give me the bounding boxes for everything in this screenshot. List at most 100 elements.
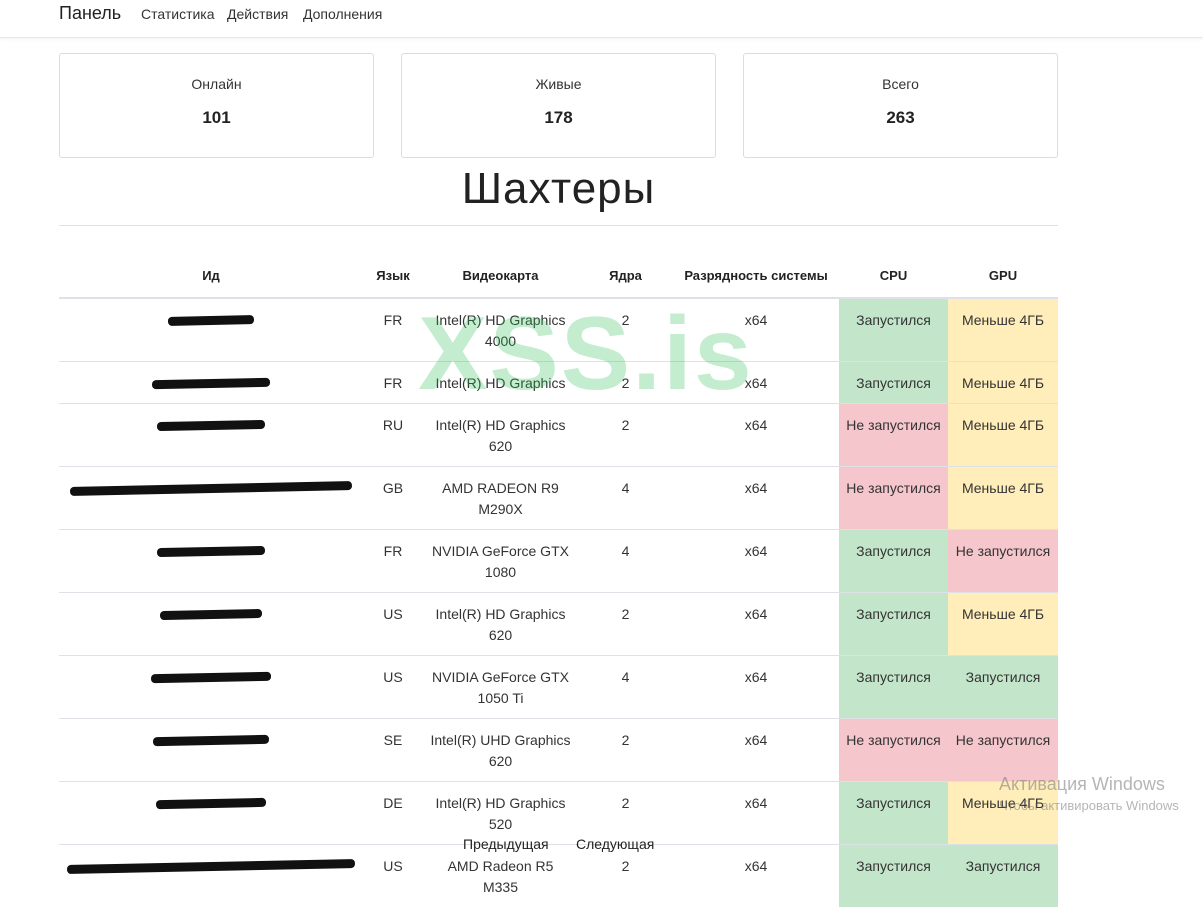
- table-row: DEIntel(R) HD Graphics 5202x64Запустился…: [59, 782, 1058, 845]
- cell-language: US: [363, 593, 423, 656]
- cell-gpu-status: Не запустился: [948, 719, 1058, 782]
- cell-cores: 2: [578, 845, 673, 907]
- cell-architecture: x64: [673, 467, 839, 530]
- redaction-mark: [151, 672, 271, 684]
- cell-gpu-status: Меньше 4ГБ: [948, 404, 1058, 467]
- cell-language: GB: [363, 467, 423, 530]
- cell-id: [59, 719, 363, 782]
- cell-id: [59, 530, 363, 593]
- cell-gpu-status: Меньше 4ГБ: [948, 593, 1058, 656]
- cell-id: [59, 782, 363, 845]
- cell-architecture: x64: [673, 719, 839, 782]
- cell-id: [59, 845, 363, 907]
- cell-cpu-status: Запустился: [839, 530, 948, 593]
- stat-value: 263: [744, 108, 1057, 128]
- table-row: GBAMD RADEON R9 M290X4x64Не запустилсяМе…: [59, 467, 1058, 530]
- table-row: SEIntel(R) UHD Graphics 6202x64Не запуст…: [59, 719, 1058, 782]
- cell-gpu-status: Запустился: [948, 845, 1058, 907]
- cell-cores: 2: [578, 719, 673, 782]
- stat-card-total: Всего 263: [743, 53, 1058, 158]
- cell-gpu-status: Запустился: [948, 656, 1058, 719]
- pagination-next[interactable]: Следующая: [576, 836, 654, 852]
- cell-cpu-status: Запустился: [839, 656, 948, 719]
- stat-value: 101: [60, 108, 373, 128]
- table-row: FRIntel(R) HD Graphics 40002x64Запустилс…: [59, 298, 1058, 362]
- column-header-architecture: Разрядность системы: [673, 226, 839, 298]
- table-body: FRIntel(R) HD Graphics 40002x64Запустилс…: [59, 298, 1058, 907]
- cell-gpu-status: Меньше 4ГБ: [948, 467, 1058, 530]
- stat-label: Онлайн: [60, 76, 373, 92]
- windows-activation-subtitle: Чтобы активировать Windows: [999, 798, 1179, 813]
- cell-cpu-status: Запустился: [839, 593, 948, 656]
- stat-value: 178: [402, 108, 715, 128]
- table-row: RUIntel(R) HD Graphics 6202x64Не запусти…: [59, 404, 1058, 467]
- redaction-mark: [156, 798, 266, 809]
- windows-activation-title: Активация Windows: [999, 774, 1165, 795]
- navbar-brand[interactable]: Панель: [59, 3, 121, 24]
- nav-link-addons[interactable]: Дополнения: [303, 6, 382, 22]
- cell-architecture: x64: [673, 845, 839, 907]
- cell-id: [59, 656, 363, 719]
- cell-cores: 2: [578, 404, 673, 467]
- cell-architecture: x64: [673, 530, 839, 593]
- redaction-mark: [157, 546, 265, 557]
- cell-cpu-status: Не запустился: [839, 719, 948, 782]
- cell-cpu-status: Не запустился: [839, 467, 948, 530]
- redaction-mark: [67, 859, 355, 874]
- cell-gpu-status: Меньше 4ГБ: [948, 298, 1058, 362]
- cell-gpu-name: NVIDIA GeForce GTX 1050 Ti: [423, 656, 578, 719]
- cell-gpu-name: AMD RADEON R9 M290X: [423, 467, 578, 530]
- cell-cpu-status: Запустился: [839, 298, 948, 362]
- cell-language: FR: [363, 362, 423, 404]
- nav-link-actions[interactable]: Действия: [227, 6, 288, 22]
- column-header-id: Ид: [59, 226, 363, 298]
- stat-label: Всего: [744, 76, 1057, 92]
- cell-gpu-status: Меньше 4ГБ: [948, 362, 1058, 404]
- cell-id: [59, 593, 363, 656]
- table-header-row: Ид Язык Видеокарта Ядра Разрядность сист…: [59, 226, 1058, 298]
- cell-architecture: x64: [673, 656, 839, 719]
- cell-cpu-status: Запустился: [839, 845, 948, 907]
- cell-gpu-name: Intel(R) HD Graphics 620: [423, 593, 578, 656]
- cell-gpu-name: Intel(R) HD Graphics 620: [423, 404, 578, 467]
- page-title: Шахтеры: [59, 164, 1058, 214]
- redaction-mark: [152, 378, 270, 389]
- redaction-mark: [157, 420, 265, 431]
- cell-cores: 4: [578, 467, 673, 530]
- table-row: USAMD Radeon R5 M3352x64ЗапустилсяЗапуст…: [59, 845, 1058, 907]
- cell-language: FR: [363, 530, 423, 593]
- column-header-gpu-name: Видеокарта: [423, 226, 578, 298]
- redaction-mark: [160, 609, 262, 620]
- cell-id: [59, 467, 363, 530]
- column-header-cores: Ядра: [578, 226, 673, 298]
- stat-label: Живые: [402, 76, 715, 92]
- redaction-mark: [168, 315, 254, 326]
- cell-cores: 4: [578, 530, 673, 593]
- cell-architecture: x64: [673, 298, 839, 362]
- cell-gpu-name: Intel(R) HD Graphics 4000: [423, 298, 578, 362]
- cell-id: [59, 404, 363, 467]
- top-navbar: Панель Статистика Действия Дополнения: [0, 0, 1203, 38]
- redaction-mark: [153, 735, 269, 746]
- table-row: FRNVIDIA GeForce GTX 10804x64ЗапустилсяН…: [59, 530, 1058, 593]
- column-header-gpu: GPU: [948, 226, 1058, 298]
- cell-language: US: [363, 845, 423, 907]
- cell-gpu-name: Intel(R) UHD Graphics 620: [423, 719, 578, 782]
- cell-language: SE: [363, 719, 423, 782]
- column-header-cpu: CPU: [839, 226, 948, 298]
- cell-architecture: x64: [673, 404, 839, 467]
- cell-cores: 2: [578, 593, 673, 656]
- cell-language: US: [363, 656, 423, 719]
- miners-table: Ид Язык Видеокарта Ядра Разрядность сист…: [59, 226, 1058, 907]
- nav-link-statistics[interactable]: Статистика: [141, 6, 215, 22]
- cell-language: FR: [363, 298, 423, 362]
- cell-gpu-name: Intel(R) HD Graphics: [423, 362, 578, 404]
- pagination-previous[interactable]: Предыдущая: [463, 836, 549, 852]
- cell-gpu-name: AMD Radeon R5 M335: [423, 845, 578, 907]
- cell-language: DE: [363, 782, 423, 845]
- cell-cores: 2: [578, 298, 673, 362]
- cell-cpu-status: Не запустился: [839, 404, 948, 467]
- cell-gpu-status: Не запустился: [948, 530, 1058, 593]
- cell-language: RU: [363, 404, 423, 467]
- redaction-mark: [70, 481, 352, 496]
